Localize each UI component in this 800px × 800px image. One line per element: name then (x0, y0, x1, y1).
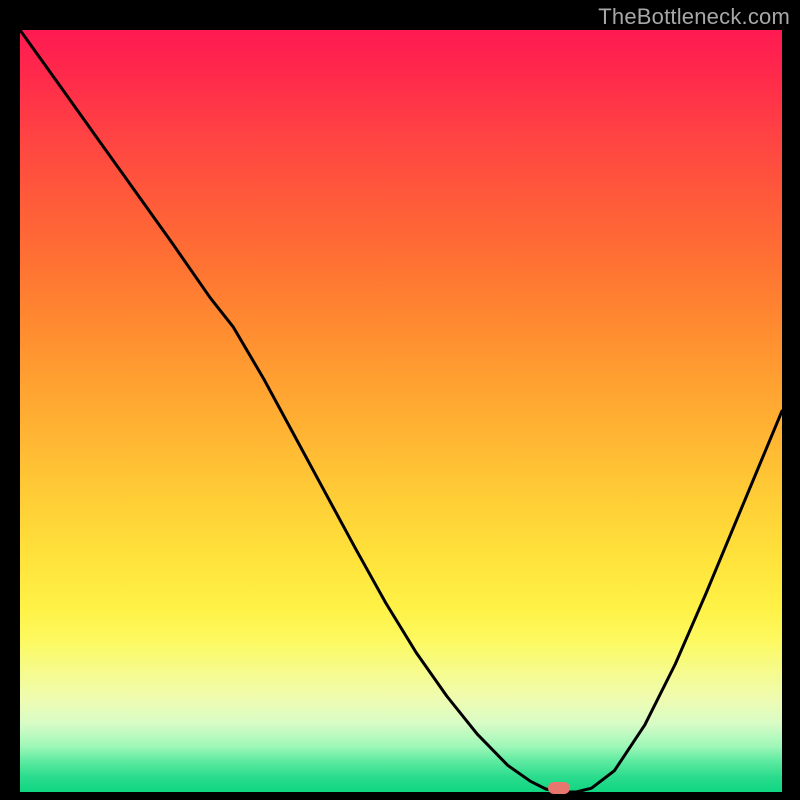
watermark-text: TheBottleneck.com (598, 4, 790, 30)
optimal-marker (548, 782, 570, 794)
plot-area (20, 30, 782, 792)
bottleneck-curve (20, 30, 782, 792)
chart-frame: TheBottleneck.com (0, 0, 800, 800)
